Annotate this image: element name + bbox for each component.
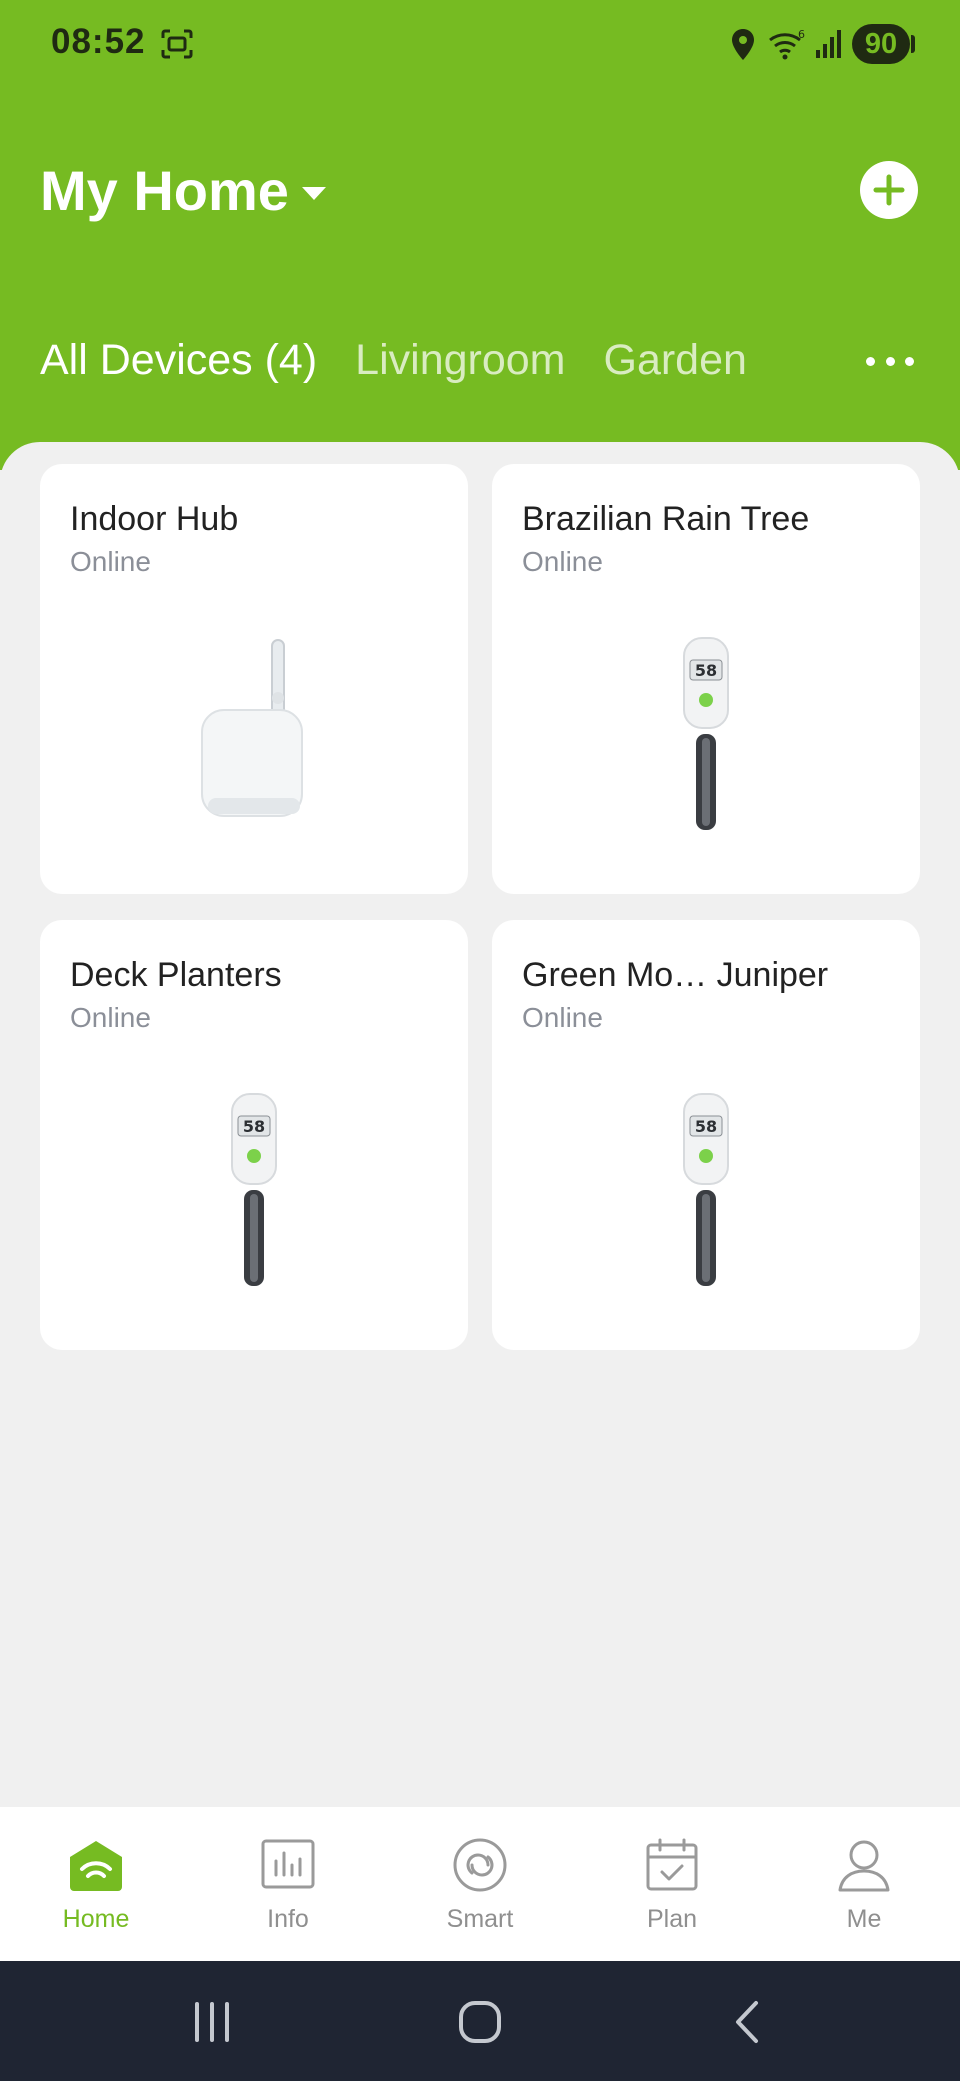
device-grid: Indoor Hub Online Brazilian Rain Tree On… [0,442,960,1807]
device-name: Brazilian Rain Tree [522,500,810,538]
more-options-button[interactable] [866,346,914,376]
device-status: Online [70,1002,151,1033]
caret-down-icon [301,186,326,200]
battery-indicator: 90 [852,24,915,64]
nav-plan[interactable]: Plan [576,1807,768,1961]
nav-label: Smart [446,1905,514,1933]
dot-icon [905,356,914,366]
hub-image [40,614,468,854]
home-button-icon[interactable] [456,1999,504,2045]
device-name: Deck Planters [70,956,282,994]
nav-me[interactable]: Me [768,1807,960,1961]
device-name: Green Mo… Juniper [522,956,829,994]
sensor-reading: 58 [243,1117,265,1136]
wifi-icon: 6 [769,28,805,60]
user-icon [838,1840,890,1892]
nav-home[interactable]: Home [0,1807,192,1961]
home-icon [70,1841,122,1891]
screenshot-icon [161,29,193,59]
status-bar: 08:52 6 90 [0,0,960,90]
device-card-indoor-hub[interactable]: Indoor Hub Online [40,464,468,894]
bottom-nav: Home Info Smart Plan Me [0,1807,960,1961]
soil-sensor-image: 58 [40,1070,468,1310]
nav-label: Me [846,1905,882,1933]
nav-info[interactable]: Info [192,1807,384,1961]
sensor-reading: 58 [695,661,717,680]
nav-label: Plan [646,1905,698,1933]
device-name: Indoor Hub [70,500,239,538]
chart-icon [261,1839,315,1889]
signal-icon [816,30,841,58]
nav-label: Info [267,1905,309,1933]
home-title: My Home [40,159,289,222]
plus-icon [873,174,905,206]
device-status: Online [522,1002,603,1033]
sensor-reading: 58 [695,1117,717,1136]
status-time: 08:52 [51,22,146,61]
dot-icon [866,356,875,366]
tab-garden[interactable]: Garden [604,336,747,385]
smart-icon [453,1838,507,1892]
nav-label: Home [62,1905,130,1933]
system-nav-bar [0,1961,960,2081]
add-device-button[interactable] [860,161,918,219]
nav-smart[interactable]: Smart [384,1807,576,1961]
dot-icon [885,356,895,366]
location-icon [732,29,754,60]
soil-sensor-image: 58 [492,1070,920,1310]
device-status: Online [70,546,151,577]
svg-text:6: 6 [798,28,805,41]
device-status: Online [522,546,603,577]
back-icon[interactable] [724,1999,772,2045]
device-card-brazilian-rain-tree[interactable]: Brazilian Rain Tree Online 58 [492,464,920,894]
soil-sensor-image: 58 [492,614,920,854]
tab-all-devices[interactable]: All Devices (4) [40,336,317,385]
recent-apps-icon[interactable] [188,1999,236,2045]
room-tabs: All Devices (4) Livingroom Garden [40,336,747,385]
device-card-green-juniper[interactable]: Green Mo… Juniper Online 58 [492,920,920,1350]
tab-livingroom[interactable]: Livingroom [355,336,565,385]
home-selector[interactable]: My Home [40,158,327,223]
calendar-icon [646,1838,698,1891]
device-card-deck-planters[interactable]: Deck Planters Online 58 [40,920,468,1350]
